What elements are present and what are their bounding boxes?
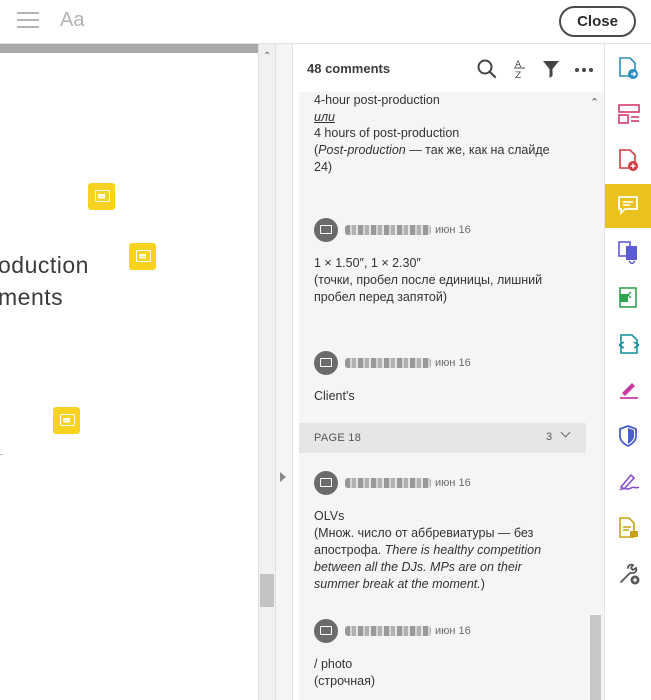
filter-icon[interactable] xyxy=(541,58,561,80)
scroll-up-icon[interactable]: ⌃ xyxy=(590,96,599,109)
panel-splitter[interactable] xyxy=(275,44,293,700)
comment-text-italic: between all the DJs. MPs are on their xyxy=(314,560,522,574)
comment-text: (строчная) xyxy=(314,674,376,688)
page-section-header[interactable]: PAGE 18 3 xyxy=(299,423,586,453)
comment-text-italic: Post-production xyxy=(318,143,406,157)
sticky-note-icon[interactable] xyxy=(53,407,80,434)
comment-bubble-icon xyxy=(314,619,338,643)
collapse-panel-icon[interactable] xyxy=(280,472,286,482)
comment-date: июн 16 xyxy=(435,224,471,236)
author-name-redacted xyxy=(345,358,431,368)
comment-text: OLVs xyxy=(314,509,345,523)
chevron-down-icon[interactable] xyxy=(560,427,571,438)
create-pdf-icon[interactable] xyxy=(605,138,651,182)
document-text-line: ments xyxy=(0,284,64,310)
send-for-review-icon[interactable] xyxy=(605,506,651,550)
svg-text:Z: Z xyxy=(515,71,521,80)
page-section-count: 3 xyxy=(546,431,553,443)
more-options-icon[interactable] xyxy=(573,58,595,80)
comment-date: июн 16 xyxy=(435,477,471,489)
menu-icon[interactable] xyxy=(17,12,39,30)
comment-date: июн 16 xyxy=(435,625,471,637)
search-icon[interactable] xyxy=(476,58,498,80)
compress-pdf-icon[interactable] xyxy=(605,276,651,320)
comment-text-plain: апострофа. xyxy=(314,543,385,557)
comment-text: / photo xyxy=(314,657,353,671)
sticky-note-icon[interactable] xyxy=(129,243,156,270)
top-toolbar: Aa Close xyxy=(0,0,651,44)
comment-text: summer break at the moment.) xyxy=(314,576,576,593)
comment-text: 4 hours of post-production xyxy=(314,126,460,140)
sort-az-icon[interactable]: A Z xyxy=(511,58,529,80)
comments-count: 48 comments xyxy=(307,61,391,76)
page-section-label: PAGE 18 xyxy=(314,432,362,444)
more-tools-icon[interactable] xyxy=(605,552,651,596)
comment-text: пробел перед запятой) xyxy=(314,290,448,304)
comment-text: (точки, пробел после единицы, лишний xyxy=(314,273,543,287)
comment-text-italic: There is healthy competition xyxy=(384,543,542,557)
edit-pdf-icon[interactable] xyxy=(605,322,651,366)
scroll-thumb[interactable] xyxy=(590,615,601,700)
author-name-redacted xyxy=(345,478,431,488)
comment-icon[interactable] xyxy=(605,184,651,228)
comment-text-italic: summer break at the moment. xyxy=(314,577,481,591)
comments-scrollbar[interactable]: ⌃ xyxy=(586,92,604,700)
document-text-line: oduction xyxy=(0,252,89,278)
page-mark xyxy=(0,454,3,455)
font-size-button[interactable]: Aa xyxy=(60,9,84,32)
comments-panel: 48 comments A Z 4-hour post-production и… xyxy=(293,44,604,700)
comments-header: 48 comments A Z xyxy=(293,44,604,92)
comments-list[interactable]: 4-hour post-production или 4 hours of po… xyxy=(299,92,586,700)
fill-sign-icon[interactable] xyxy=(605,368,651,412)
author-name-redacted xyxy=(345,626,431,636)
close-button[interactable]: Close xyxy=(559,6,636,37)
organize-pages-icon[interactable] xyxy=(605,92,651,136)
tools-rail xyxy=(604,44,651,700)
export-pdf-icon[interactable] xyxy=(605,46,651,90)
comment-bubble-icon xyxy=(314,218,338,242)
comment-text: 4-hour post-production xyxy=(314,93,440,107)
scroll-up-icon[interactable]: ⌃ xyxy=(263,51,271,62)
document-scrollbar[interactable]: ⌃ xyxy=(258,44,275,700)
comment-text: between all the DJs. MPs are on their xyxy=(314,559,576,576)
comment-date: июн 16 xyxy=(435,357,471,369)
comment-text-rest: — так же, как на слайде xyxy=(405,143,550,157)
document-view: oduction ments xyxy=(0,44,258,700)
comment-text: 1 × 1.50″, 1 × 2.30″ xyxy=(314,256,421,270)
comment-text: (Множ. число от аббревиатуры — без xyxy=(314,526,534,540)
scroll-thumb[interactable] xyxy=(260,574,274,607)
comment-bubble-icon xyxy=(314,471,338,495)
comment-text: апострофа. There is healthy competition xyxy=(314,542,576,559)
comment-bubble-icon xyxy=(314,351,338,375)
request-signature-icon[interactable] xyxy=(605,460,651,504)
comment-text: (Post-production — так же, как на слайде xyxy=(314,143,550,157)
comment-text: Client's xyxy=(314,389,355,403)
author-name-redacted xyxy=(345,225,431,235)
protect-icon[interactable] xyxy=(605,414,651,458)
comment-text: или xyxy=(314,110,335,124)
combine-files-icon[interactable] xyxy=(605,230,651,274)
page-top-edge xyxy=(0,44,258,53)
comment-text: 24) xyxy=(314,160,333,174)
sticky-note-icon[interactable] xyxy=(88,183,115,210)
comment-text-plain: ) xyxy=(480,577,485,591)
